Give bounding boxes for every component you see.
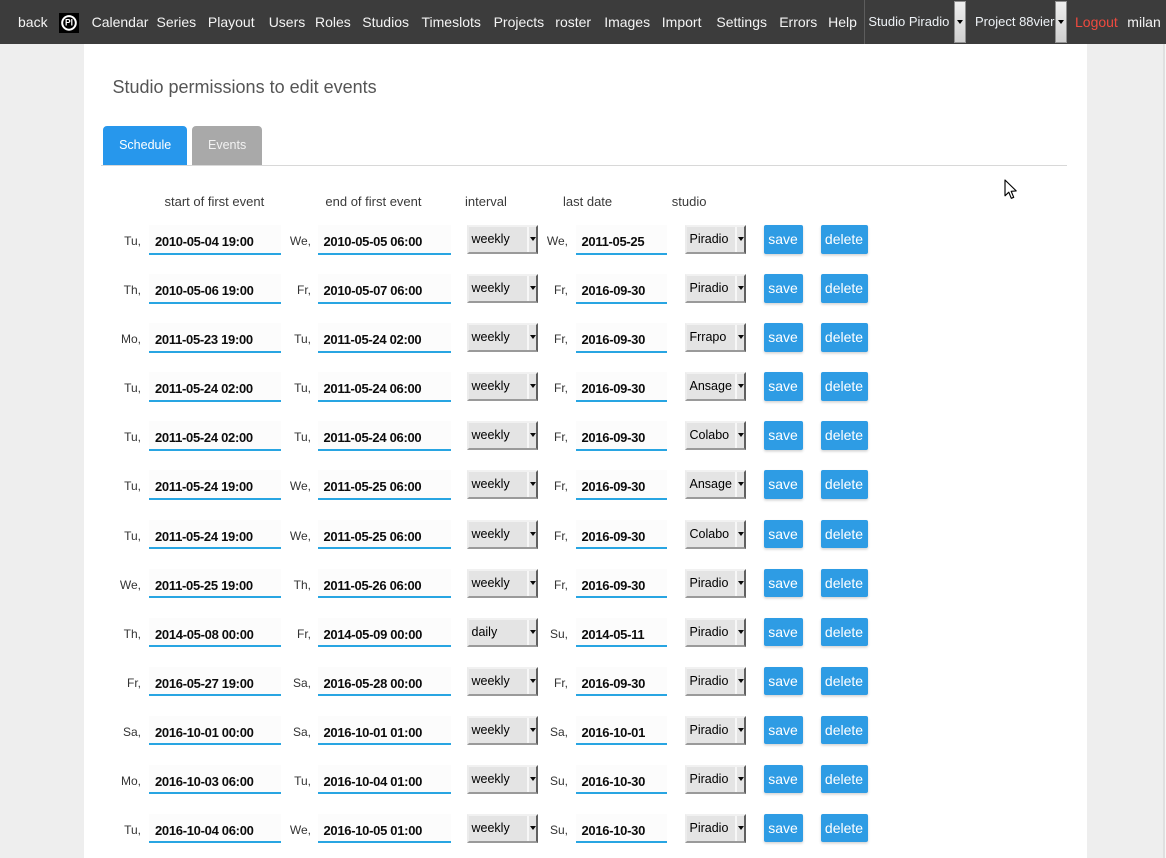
svg-text:PI: PI <box>65 18 73 28</box>
